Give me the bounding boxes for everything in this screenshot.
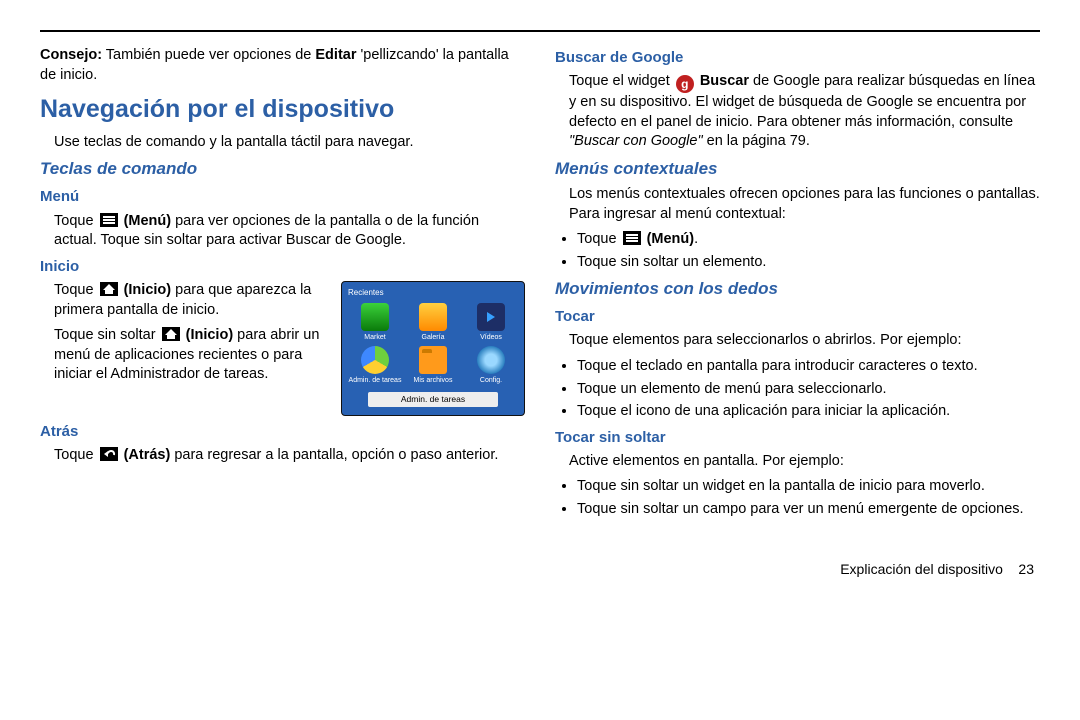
nav-intro: Use teclas de comando y la pantalla táct… <box>54 133 525 153</box>
menu-icon <box>623 231 641 245</box>
heading-tocar: Tocar <box>555 307 1040 327</box>
list-item: Toque un elemento de menú para seleccion… <box>577 380 1040 400</box>
home-icon <box>162 327 180 341</box>
heading-atras: Atrás <box>40 422 525 442</box>
ctx-list: Toque (Menú). Toque sin soltar un elemen… <box>565 230 1040 272</box>
app-item: Market <box>348 303 402 342</box>
home-icon <box>100 282 118 296</box>
recent-apps-panel: Recientes Market Galería Vídeos Admin. d… <box>341 281 525 416</box>
heading-menu: Menú <box>40 187 525 207</box>
tip-paragraph: Consejo: También puede ver opciones de E… <box>40 46 525 85</box>
heading-buscar: Buscar de Google <box>555 48 1040 68</box>
list-item: Toque el icono de una aplicación para in… <box>577 402 1040 422</box>
menu-icon <box>100 213 118 227</box>
tip-label: Consejo: <box>40 47 102 63</box>
buscar-paragraph: Toque el widget g Buscar de Google para … <box>569 72 1040 152</box>
task-manager-button[interactable]: Admin. de tareas <box>368 392 498 407</box>
heading-movimientos: Movimientos con los dedos <box>555 278 1040 301</box>
list-item: Toque el teclado en pantalla para introd… <box>577 357 1040 377</box>
recent-title: Recientes <box>348 288 518 299</box>
atras-paragraph: Toque (Atrás) para regresar a la pantall… <box>54 446 525 466</box>
app-item: Mis archivos <box>406 346 460 385</box>
google-g-icon: g <box>676 75 694 93</box>
app-item: Galería <box>406 303 460 342</box>
list-item: Toque sin soltar un widget en la pantall… <box>577 477 1040 497</box>
heading-navigation: Navegación por el dispositivo <box>40 93 525 127</box>
list-item: Toque sin soltar un elemento. <box>577 253 1040 273</box>
tocar-paragraph: Toque elementos para seleccionarlos o ab… <box>569 331 1040 351</box>
heading-tocar-sin-soltar: Tocar sin soltar <box>555 428 1040 448</box>
heading-teclas: Teclas de comando <box>40 158 525 181</box>
tocarss-paragraph: Active elementos en pantalla. Por ejempl… <box>569 452 1040 472</box>
tocarss-list: Toque sin soltar un widget en la pantall… <box>565 477 1040 519</box>
app-item: Admin. de tareas <box>348 346 402 385</box>
list-item: Toque sin soltar un campo para ver un me… <box>577 500 1040 520</box>
heading-inicio: Inicio <box>40 257 525 277</box>
menu-paragraph: Toque (Menú) para ver opciones de la pan… <box>54 212 525 251</box>
list-item: Toque (Menú). <box>577 230 1040 250</box>
tocar-list: Toque el teclado en pantalla para introd… <box>565 357 1040 422</box>
back-icon <box>100 447 118 461</box>
app-item: Vídeos <box>464 303 518 342</box>
app-item: Config. <box>464 346 518 385</box>
ctx-paragraph: Los menús contextuales ofrecen opciones … <box>569 185 1040 224</box>
heading-contextual: Menús contextuales <box>555 158 1040 181</box>
page-footer: Explicación del dispositivo 23 <box>40 560 1040 579</box>
